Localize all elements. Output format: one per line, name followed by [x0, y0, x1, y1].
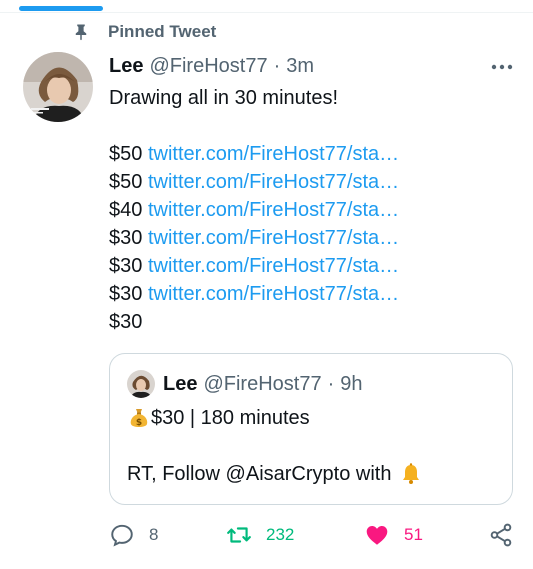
- price: $30: [109, 255, 143, 277]
- tweet-link[interactable]: twitter.com/FireHost77/sta…: [148, 227, 399, 249]
- retweet-count: 232: [266, 525, 295, 544]
- price: $50: [109, 171, 143, 193]
- heart-icon: [366, 526, 388, 545]
- quoted-line-1: $ $30 | 180 minutes: [127, 404, 423, 432]
- tweet-link[interactable]: twitter.com/FireHost77/sta…: [148, 255, 399, 277]
- more-icon: [491, 64, 513, 70]
- tweet-line: $30 twitter.com/FireHost77/sta…: [109, 280, 519, 308]
- pin-icon: [72, 23, 90, 41]
- like-count: 51: [404, 525, 423, 544]
- tweet-timestamp[interactable]: 3m: [286, 52, 314, 80]
- tweet-last-price: $30: [109, 311, 143, 333]
- quoted-tweet-header: Lee @FireHost77 · 9h: [127, 370, 363, 398]
- quoted-blank-line: [127, 432, 423, 460]
- money-bag-icon: $: [127, 406, 151, 430]
- share-icon: [490, 523, 512, 547]
- tweet-line: $50 twitter.com/FireHost77/sta…: [109, 168, 519, 196]
- quoted-line-2-text: RT, Follow @AisarCrypto with: [127, 463, 392, 485]
- tweet-link[interactable]: twitter.com/FireHost77/sta…: [148, 171, 399, 193]
- like-button[interactable]: 51: [364, 522, 423, 548]
- tweet-line: $30 twitter.com/FireHost77/sta…: [109, 252, 519, 280]
- retweet-button[interactable]: 232: [226, 522, 294, 548]
- svg-text:$: $: [136, 418, 142, 428]
- quoted-tweet-text: $ $30 | 180 minutes RT, Follow @AisarCry…: [127, 404, 423, 488]
- tweet-link[interactable]: twitter.com/FireHost77/sta…: [148, 283, 399, 305]
- author-name[interactable]: Lee: [109, 52, 143, 80]
- header-separator: ·: [273, 55, 281, 77]
- tab-active-indicator: [19, 6, 103, 11]
- price: $50: [109, 143, 143, 165]
- quoted-author-handle: @FireHost77: [203, 373, 322, 395]
- quoted-line-1-text: $30 | 180 minutes: [151, 407, 310, 429]
- reply-button[interactable]: 8: [109, 522, 158, 548]
- quoted-avatar[interactable]: [127, 370, 155, 398]
- tweet-line: $30 twitter.com/FireHost77/sta…: [109, 224, 519, 252]
- tweet-link[interactable]: twitter.com/FireHost77/sta…: [148, 143, 399, 165]
- quoted-author-name: Lee: [163, 373, 198, 395]
- reply-icon: [111, 524, 133, 547]
- tweet-line: $40 twitter.com/FireHost77/sta…: [109, 196, 519, 224]
- quoted-header-separator: ·: [327, 373, 335, 395]
- quoted-line-2: RT, Follow @AisarCrypto with: [127, 460, 423, 488]
- share-button[interactable]: [488, 522, 514, 548]
- retweet-icon: [227, 527, 251, 543]
- tweet-text: Drawing all in 30 minutes! $50 twitter.c…: [109, 84, 519, 336]
- tweet-header: Lee @FireHost77 · 3m: [109, 52, 314, 80]
- more-options-button[interactable]: [488, 58, 516, 76]
- price: $40: [109, 199, 143, 221]
- price: $30: [109, 283, 143, 305]
- author-handle[interactable]: @FireHost77: [149, 52, 267, 80]
- bell-icon: [399, 462, 423, 486]
- avatar[interactable]: [23, 52, 93, 122]
- reply-count: 8: [149, 525, 159, 544]
- quoted-timestamp: 9h: [340, 373, 363, 395]
- tweet-actions: 8 232 51: [0, 522, 533, 554]
- tweet-text-first: Drawing all in 30 minutes!: [109, 87, 338, 109]
- top-divider: [0, 12, 533, 13]
- pinned-tweet-banner: Pinned Tweet: [72, 22, 216, 42]
- pinned-label: Pinned Tweet: [108, 22, 217, 41]
- quoted-tweet[interactable]: Lee @FireHost77 · 9h $ $30 | 180 minutes…: [109, 353, 513, 505]
- tweet-link[interactable]: twitter.com/FireHost77/sta…: [148, 199, 399, 221]
- price: $30: [109, 227, 143, 249]
- tweet-line: $50 twitter.com/FireHost77/sta…: [109, 140, 519, 168]
